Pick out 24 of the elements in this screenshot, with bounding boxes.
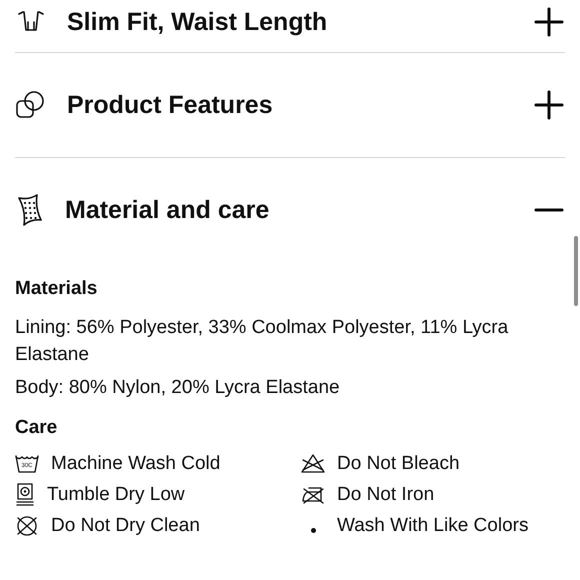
care-instruction: Tumble Dry Low — [47, 484, 185, 506]
expand-icon[interactable] — [533, 89, 565, 121]
care-instruction: Do Not Bleach — [337, 453, 460, 475]
care-instruction: Do Not Iron — [337, 484, 434, 506]
crossed-triangle-icon — [301, 454, 325, 474]
crossed-iron-icon — [301, 485, 325, 505]
material-text: Body: 80% Nylon, 20% Lycra Elastane — [15, 376, 341, 400]
care-instruction: Machine Wash Cold — [51, 453, 220, 475]
care-instruction: Do Not Dry Clean — [51, 515, 200, 537]
overlapping-shapes-icon — [15, 89, 47, 121]
section-title[interactable]: Material and care — [65, 196, 513, 224]
shirt-icon — [15, 10, 47, 34]
care-heading: Care — [15, 417, 58, 439]
fabric-swatch-icon — [15, 194, 45, 226]
material-text: Lining: 56% Polyester, 33% Coolmax Polyester, 11% Lycra Elastane — [15, 316, 510, 367]
section-title[interactable]: Product Features — [67, 90, 513, 120]
scrollbar[interactable] — [574, 236, 578, 306]
bullet-icon — [310, 528, 316, 532]
expand-icon[interactable] — [533, 6, 565, 38]
materials-heading: Materials — [15, 278, 98, 300]
crossed-circle-icon — [15, 515, 39, 537]
section-title[interactable]: Slim Fit, Waist Length — [67, 8, 513, 36]
tumble-dryer-icon — [15, 483, 35, 507]
care-instruction: Wash With Like Colors — [337, 515, 528, 537]
